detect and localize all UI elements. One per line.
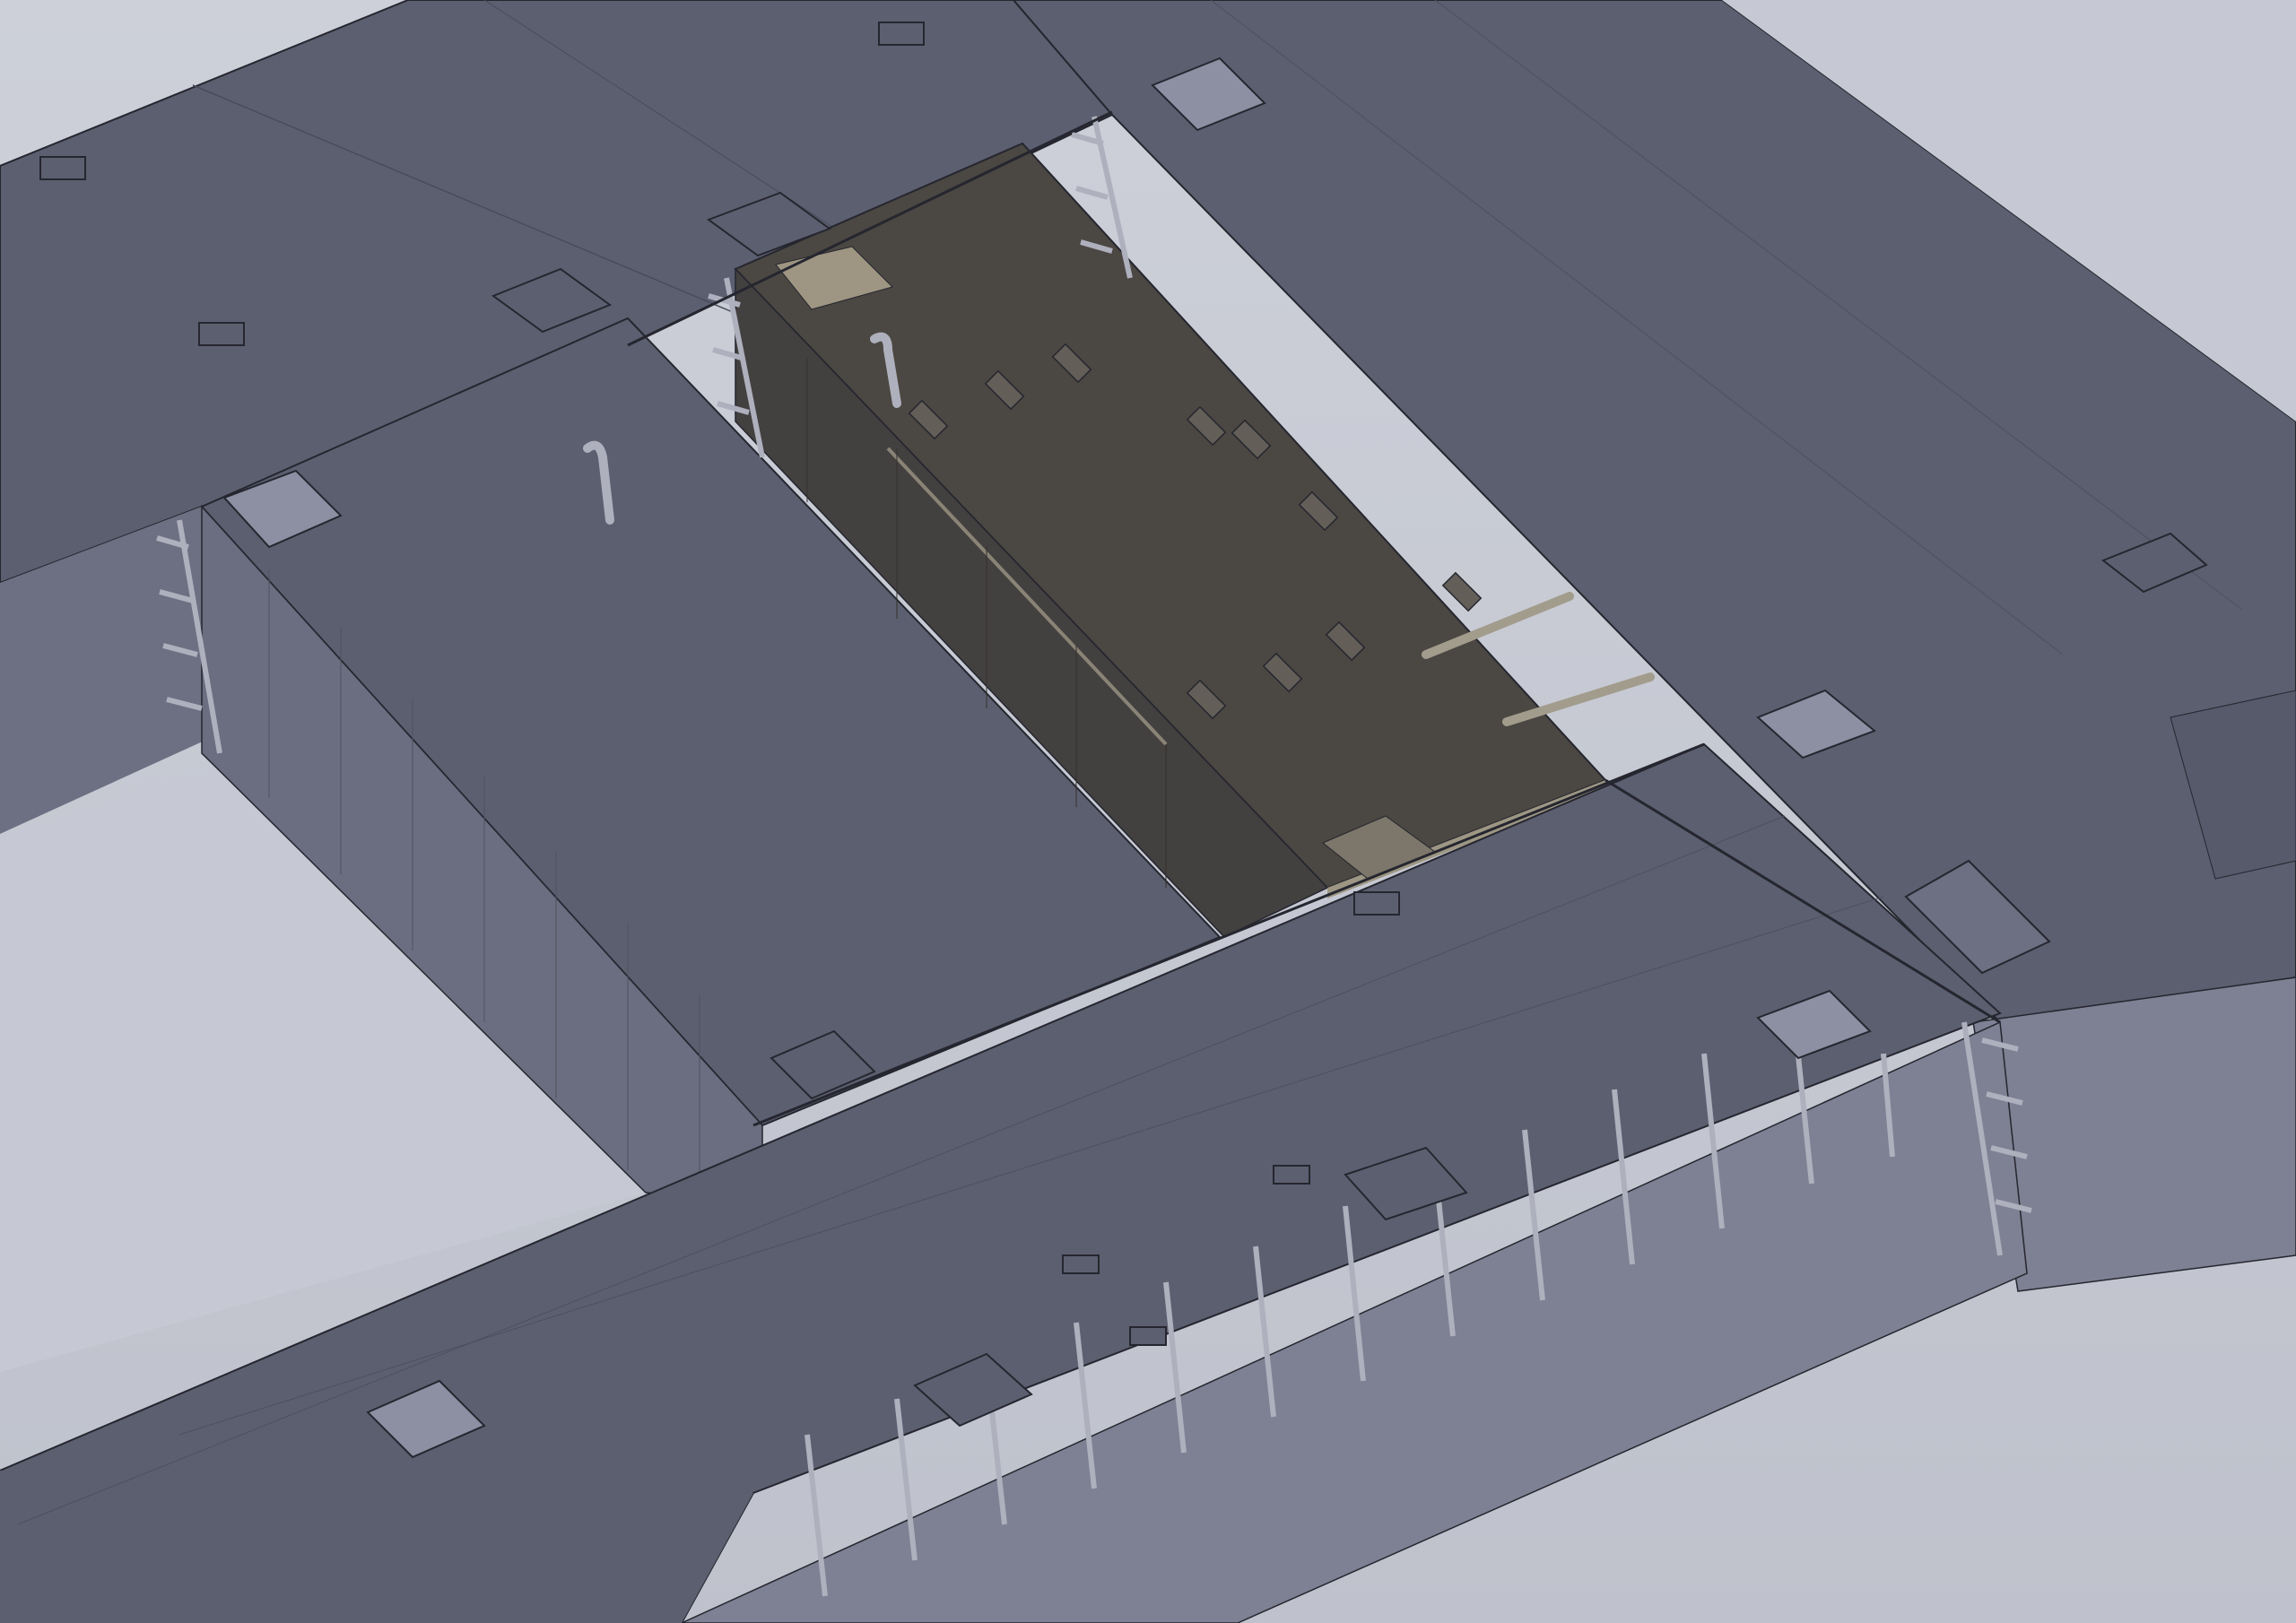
pontoon-3d-model[interactable] xyxy=(0,0,2296,1623)
cad-viewport[interactable] xyxy=(0,0,2296,1623)
